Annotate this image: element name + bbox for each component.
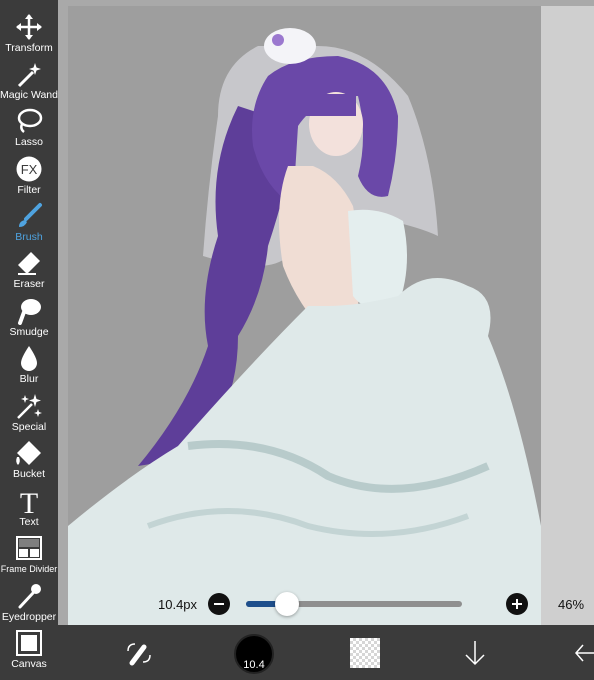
back-button[interactable] <box>570 641 594 665</box>
canvas-icon <box>16 630 42 656</box>
tool-bucket[interactable]: Bucket <box>0 436 58 482</box>
tool-label: Blur <box>19 373 39 385</box>
brush-size-slider[interactable] <box>246 592 462 616</box>
fx-icon: FX <box>16 156 42 182</box>
svg-text:T: T <box>20 487 38 515</box>
drawing-canvas[interactable] <box>68 6 541 625</box>
arrow-down-icon <box>465 641 485 666</box>
tool-filter[interactable]: FX Filter <box>0 152 58 198</box>
tool-label: Smudge <box>9 326 49 338</box>
tool-label: Text <box>19 516 39 528</box>
sparkle-icon <box>17 394 42 419</box>
brush-size-button-label: 10.4 <box>243 659 265 671</box>
brush-size-decrease-button[interactable] <box>208 593 230 615</box>
bottom-toolbar: 10.4 <box>58 625 594 680</box>
tool-label: Bucket <box>12 468 46 480</box>
magic-wand-icon <box>17 63 41 88</box>
tool-frame-divider[interactable]: Frame Divider <box>0 531 58 577</box>
tool-label: Magic Wand <box>0 89 58 101</box>
brush-opacity-value: 46% <box>558 597 585 612</box>
bucket-icon <box>16 441 41 465</box>
tool-brush[interactable]: Brush <box>0 199 58 245</box>
dress <box>68 278 541 625</box>
layer-thumbnail-icon[interactable] <box>350 638 380 668</box>
brush-settings-bar: 10.4px 46% <box>150 590 594 620</box>
tool-text[interactable]: T Text <box>0 484 58 530</box>
lasso-icon <box>17 108 43 133</box>
tool-special[interactable]: Special <box>0 389 58 435</box>
tool-sidebar: Transform Magic Wand Lasso FX Filter Bru… <box>0 0 58 680</box>
headpiece <box>264 28 316 64</box>
minus-icon <box>214 603 224 605</box>
tool-label: Lasso <box>14 136 44 148</box>
eyedropper-icon <box>18 584 41 609</box>
slider-thumb[interactable] <box>275 592 300 616</box>
svg-text:FX: FX <box>21 162 38 177</box>
tool-label: Transform <box>5 42 53 54</box>
tool-blur[interactable]: Blur <box>0 341 58 387</box>
layer-down-button[interactable] <box>463 639 487 667</box>
tool-transform[interactable]: Transform <box>0 10 58 56</box>
text-t-icon: T <box>20 487 38 515</box>
swap-icon <box>127 643 151 666</box>
tool-label: Filter <box>17 184 41 196</box>
artwork <box>68 28 541 625</box>
eraser-icon <box>18 252 40 275</box>
tool-label: Eraser <box>13 278 45 290</box>
tool-canvas[interactable]: Canvas <box>0 626 58 672</box>
brush-size-button[interactable]: 10.4 <box>234 634 274 674</box>
brush-size-value: 10.4px <box>158 597 198 612</box>
bodice <box>348 209 407 310</box>
tool-label: Canvas <box>11 658 47 670</box>
tool-smudge[interactable]: Smudge <box>0 294 58 340</box>
tool-label: Eyedropper <box>1 611 57 623</box>
tool-magic-wand[interactable]: Magic Wand <box>0 57 58 103</box>
tool-label: Brush <box>15 231 43 243</box>
brush-size-increase-button[interactable] <box>506 593 528 615</box>
arrow-left-icon <box>575 644 594 662</box>
tool-eyedropper[interactable]: Eyedropper <box>0 579 58 625</box>
tool-lasso[interactable]: Lasso <box>0 104 58 150</box>
workspace-margin <box>541 6 594 625</box>
color-swap-button[interactable] <box>124 639 154 667</box>
tool-label: Special <box>11 421 47 433</box>
move-arrows-icon <box>16 14 42 40</box>
tool-eraser[interactable]: Eraser <box>0 246 58 292</box>
blur-drop-icon <box>21 346 37 371</box>
smudge-icon <box>18 299 41 325</box>
frame-divider-icon <box>16 536 42 560</box>
brush-icon <box>19 203 42 227</box>
tool-label: Frame Divider <box>0 564 58 574</box>
